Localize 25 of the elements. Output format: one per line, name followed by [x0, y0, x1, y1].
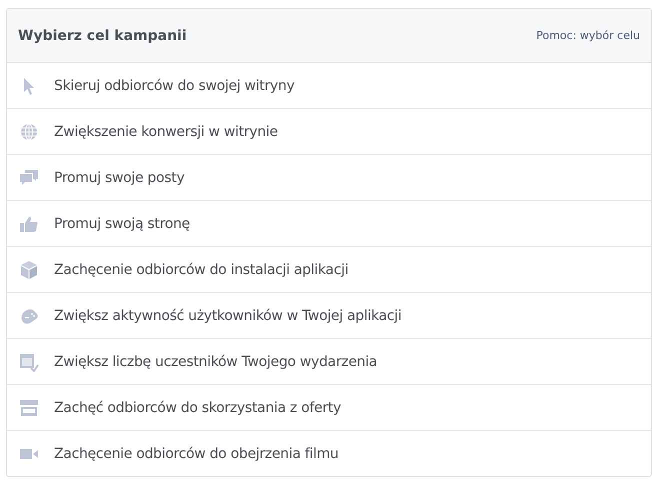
panel-title: Wybierz cel kampanii	[18, 28, 187, 44]
calendar-icon	[19, 352, 39, 372]
objective-label: Zwiększ aktywność użytkowników w Twojej aplikacji	[54, 308, 402, 324]
objective-item[interactable]: Zwiększ aktywność użytkowników w Twojej aplikacji	[7, 292, 651, 338]
objective-item[interactable]: Skieruj odbiorców do swojej witryny	[7, 63, 651, 108]
objective-label: Skieruj odbiorców do swojej witryny	[54, 78, 294, 94]
help-link[interactable]: Pomoc: wybór celu	[536, 29, 640, 42]
objective-item[interactable]: Zwiększ liczbę uczestników Twojego wydarzenia	[7, 338, 651, 384]
objective-label: Zachęcenie odbiorców do obejrzenia filmu	[54, 446, 338, 462]
objective-label: Zwiększ liczbę uczestników Twojego wydarzenia	[54, 354, 378, 370]
objective-label: Promuj swoją stronę	[54, 216, 190, 232]
objective-label: Zachęć odbiorców do skorzystania z oferty	[54, 400, 341, 416]
objective-item[interactable]: Promuj swoje posty	[7, 154, 651, 200]
objective-item[interactable]: Zachęcenie odbiorców do obejrzenia filmu	[7, 430, 651, 476]
objective-label: Zachęcenie odbiorców do instalacji aplikacji	[54, 262, 348, 278]
cube-icon	[19, 260, 39, 280]
objective-item[interactable]: Promuj swoją stronę	[7, 200, 651, 246]
objective-item[interactable]: Zwiększenie konwersji w witrynie	[7, 108, 651, 154]
objective-label: Zwiększenie konwersji w witrynie	[54, 124, 278, 140]
speech-bubbles-icon	[19, 168, 39, 188]
objective-label: Promuj swoje posty	[54, 170, 184, 186]
storefront-icon	[19, 398, 39, 418]
objective-item[interactable]: Zachęć odbiorców do skorzystania z oferty	[7, 384, 651, 430]
objective-item[interactable]: Zachęcenie odbiorców do instalacji aplikacji	[7, 246, 651, 292]
globe-icon	[19, 122, 39, 142]
